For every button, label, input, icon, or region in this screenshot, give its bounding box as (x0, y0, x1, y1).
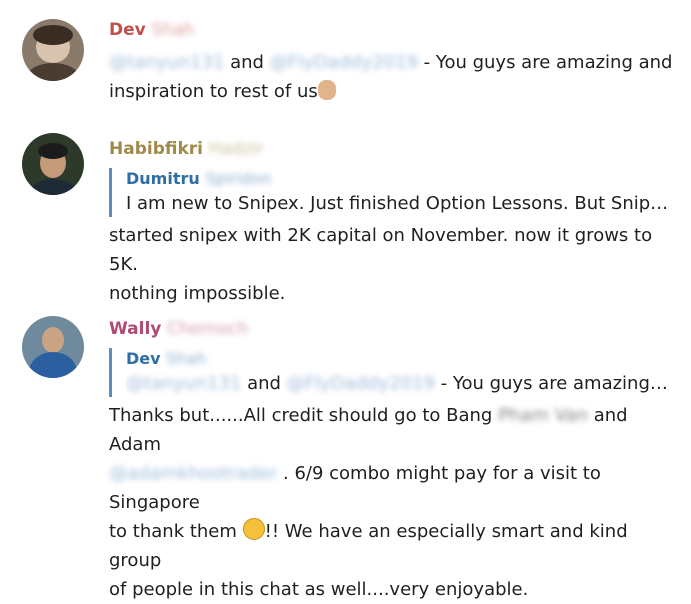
text-fragment: inspiration to rest of us (109, 81, 318, 102)
quote-sender-first: Dumitru (126, 169, 200, 188)
avatar[interactable] (22, 19, 84, 81)
mention[interactable]: @adamkhootrader (109, 463, 277, 484)
text-fragment: - You guys are amazing an… (440, 373, 671, 394)
quote-text: I am new to Snipex. Just finished Option… (126, 193, 671, 214)
quote-sender-last: Spiridon (205, 169, 272, 188)
sender-name[interactable]: Habibfikri Hadzir (109, 138, 679, 160)
text-fragment: to thank them (109, 521, 237, 542)
laughing-face-icon (242, 518, 265, 540)
ok-hand-icon (317, 80, 336, 100)
sender-first-name: Wally (109, 319, 162, 339)
text-fragment: and (247, 373, 281, 394)
message-text: @tanyun131 and @FlyDaddy2019 - You guys … (109, 48, 679, 106)
text-fragment: - You guys are amazing and (423, 52, 673, 73)
avatar[interactable] (22, 133, 84, 195)
mention[interactable]: @tanyun131 (109, 52, 224, 73)
message-text: Thanks but......All credit should go to … (109, 401, 679, 604)
sender-last-name: Chernoch (167, 319, 249, 339)
text-fragment: and (230, 52, 264, 73)
sender-name[interactable]: Dev Shah (109, 19, 679, 41)
blurred-name: Pham Van (498, 405, 588, 426)
text-fragment: of people in this chat as well....very e… (109, 579, 529, 600)
sender-last-name: Shah (151, 20, 195, 40)
text-fragment: nothing impossible. (109, 283, 286, 304)
reply-quote[interactable]: Dumitru Spiridon I am new to Snipex. Jus… (109, 168, 679, 217)
quote-sender: Dumitru Spiridon (126, 168, 679, 190)
quote-sender: Dev Shah (126, 348, 679, 370)
quote-sender-first: Dev (126, 349, 161, 368)
quote-text: @tanyun131 and @FlyDaddy2019 - You guys … (126, 370, 671, 397)
message-text: started snipex with 2K capital on Novemb… (109, 221, 679, 308)
mention: @FlyDaddy2019 (286, 373, 435, 394)
sender-first-name: Habibfikri (109, 139, 203, 159)
sender-last-name: Hadzir (208, 139, 264, 159)
sender-first-name: Dev (109, 20, 146, 40)
quote-sender-last: Shah (166, 349, 207, 368)
mention[interactable]: @FlyDaddy2019 (270, 52, 418, 73)
text-fragment: started snipex with 2K capital on Novemb… (109, 225, 653, 275)
text-fragment: Thanks but......All credit should go to … (109, 405, 493, 426)
reply-quote[interactable]: Dev Shah @tanyun131 and @FlyDaddy2019 - … (109, 348, 679, 397)
sender-name[interactable]: Wally Chernoch (109, 318, 679, 340)
mention: @tanyun131 (126, 373, 242, 394)
avatar[interactable] (22, 316, 84, 378)
